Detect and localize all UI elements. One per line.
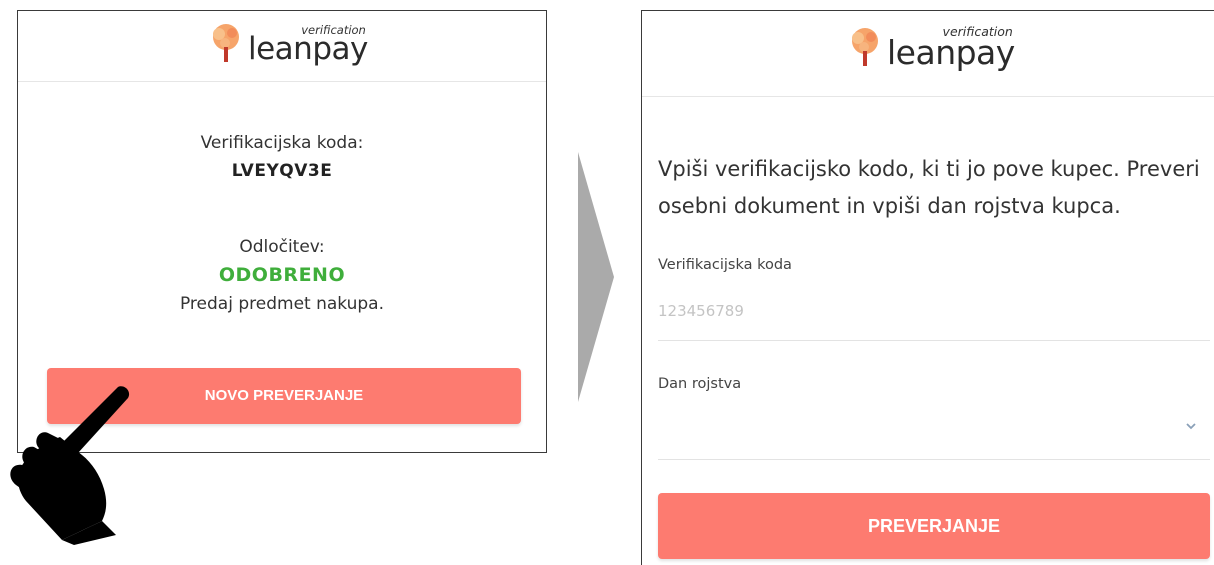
logo-wordmark: leanpay xyxy=(887,33,1015,72)
chevron-down-icon[interactable] xyxy=(1184,419,1198,433)
logo-wordmark: leanpay xyxy=(248,31,368,67)
instruction-line-2: osebni dokument in vpiši dan rojstva kup… xyxy=(658,194,1121,218)
arrow-right-icon xyxy=(578,152,614,402)
code-input-underline xyxy=(658,340,1210,341)
handover-instruction: Predaj predmet nakupa. xyxy=(179,294,384,314)
panel-header: verification leanpay xyxy=(642,11,1214,97)
verification-form-panel: verification leanpay Vpiši verifikacijsk… xyxy=(641,10,1214,565)
birth-field-label: Dan rojstva xyxy=(658,376,742,392)
leanpay-logo: verification leanpay xyxy=(208,23,368,65)
leanpay-tree-logo-icon xyxy=(852,28,878,66)
code-value: LVEYQV3E xyxy=(231,161,333,181)
birth-select-underline xyxy=(658,459,1210,460)
form-instructions: Vpiši verifikacijsko kodo, ki ti jo pove… xyxy=(658,151,1208,225)
instruction-line-1: Vpiši verifikacijsko kodo, ki ti jo pove… xyxy=(658,157,1200,181)
leanpay-tree-logo-icon xyxy=(213,24,239,62)
code-field-label: Verifikacijska koda xyxy=(658,257,792,273)
code-input[interactable]: 123456789 xyxy=(658,302,744,320)
decision-status: ODOBRENO xyxy=(218,264,346,286)
panel-header: verification leanpay xyxy=(18,11,546,82)
decision-label: Odločitev: xyxy=(239,237,325,257)
code-label: Verifikacijska koda: xyxy=(200,133,364,153)
logo-subtitle: verification xyxy=(301,23,366,37)
logo-subtitle: verification xyxy=(942,24,1013,39)
check-button[interactable]: PREVERJANJE xyxy=(658,493,1210,559)
leanpay-logo: verification leanpay xyxy=(847,24,1015,72)
pointing-hand-icon xyxy=(10,386,130,545)
birth-date-select[interactable] xyxy=(658,416,1210,440)
